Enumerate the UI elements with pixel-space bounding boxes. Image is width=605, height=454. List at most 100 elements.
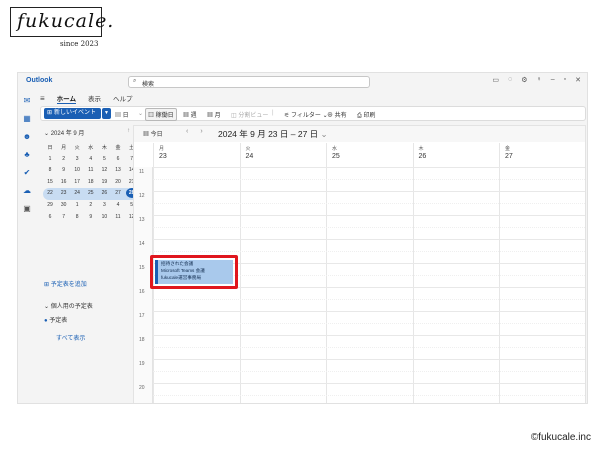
mini-calendar-day[interactable]: 16 xyxy=(58,179,70,185)
mini-calendar-day[interactable]: 17 xyxy=(71,179,83,185)
mini-calendar-day[interactable]: 24 xyxy=(71,190,83,196)
day-column-header[interactable]: 月 23 xyxy=(153,143,240,167)
mini-calendar-day[interactable]: 10 xyxy=(71,167,83,173)
split-view-label: 分割ビュー xyxy=(238,113,269,119)
mini-calendar-day[interactable]: 25 xyxy=(85,190,97,196)
day-column-header[interactable]: 金 27 xyxy=(499,143,585,167)
mini-calendar-day[interactable]: 1 xyxy=(44,156,56,162)
mini-calendar-day[interactable]: 1 xyxy=(71,202,83,208)
mini-calendar-week-row[interactable]: 15 16 17 18 19 20 21 xyxy=(43,177,143,189)
mini-calendar-day[interactable]: 27 xyxy=(112,190,124,196)
mini-calendar-day[interactable]: 11 xyxy=(112,214,124,220)
mini-calendar-week-row[interactable]: 6 7 8 9 10 11 12 xyxy=(43,212,143,224)
gear-icon[interactable]: ⚙ xyxy=(521,76,527,84)
tab-home[interactable]: ホーム xyxy=(56,93,76,104)
date-range-title[interactable]: 2024 年 9 月 23 日 – 27 日 ⌄ xyxy=(218,128,328,140)
share-label: 共有 xyxy=(334,113,347,119)
mini-calendar-day[interactable]: 8 xyxy=(71,214,83,220)
split-view-button[interactable]: ◫ 分割ビュー xyxy=(231,110,268,119)
new-event-button[interactable]: ⊞ 新しいイベント xyxy=(44,108,101,119)
minimize-icon[interactable]: – xyxy=(551,76,555,84)
hamburger-menu-icon[interactable]: ≡ xyxy=(40,94,45,103)
mini-calendar-day[interactable]: 18 xyxy=(85,179,97,185)
groups-icon[interactable]: ♣ xyxy=(22,150,32,160)
mini-calendar-day[interactable]: 19 xyxy=(98,179,110,185)
mini-calendar-day[interactable]: 6 xyxy=(112,156,124,162)
mail-icon[interactable]: ✉ xyxy=(22,96,32,106)
mini-calendar-day[interactable]: 8 xyxy=(44,167,56,173)
restore-icon[interactable]: ▫ xyxy=(564,76,566,84)
mini-calendar-day[interactable]: 6 xyxy=(44,214,56,220)
month-icon: ▦ xyxy=(207,113,215,119)
mini-calendar-week-row[interactable]: 22 23 24 25 26 27 28 xyxy=(43,188,143,200)
tab-view[interactable]: 表示 xyxy=(88,93,101,103)
day-icon: ▤ xyxy=(115,113,123,119)
screen-icon[interactable]: ▭ xyxy=(492,76,499,84)
app-title: Outlook xyxy=(26,77,53,84)
workweek-view-button[interactable]: ▥ 稼働日 xyxy=(145,108,177,121)
day-column-header[interactable]: 木 26 xyxy=(412,143,500,167)
search-box[interactable]: ⌕ 検索 xyxy=(128,76,370,88)
calendar-event[interactable]: 招待された会議 Microsoft Teams 会議 fukucale運営事務局 xyxy=(155,260,233,284)
calendar-name: 予定表 xyxy=(49,318,68,324)
mini-calendar-day[interactable]: 9 xyxy=(85,214,97,220)
onedrive-icon[interactable]: ☁ xyxy=(22,186,32,196)
mini-calendar-day[interactable]: 15 xyxy=(44,179,56,185)
mini-calendar-week-row[interactable]: 1234567 xyxy=(43,154,143,166)
share-button[interactable]: ⊕ 共有 xyxy=(327,110,347,119)
day-view-button[interactable]: ▤ 日 xyxy=(115,110,129,119)
mini-calendar-day[interactable]: 26 xyxy=(98,190,110,196)
show-all-link[interactable]: すべて表示 xyxy=(56,333,85,342)
mini-calendar-day[interactable]: 13 xyxy=(112,167,124,173)
calendar-checkbox-item[interactable]: ● 予定表 xyxy=(44,315,67,324)
filter-button[interactable]: ⚟ フィルター ⌄ xyxy=(284,110,328,119)
month-view-button[interactable]: ▦ 月 xyxy=(207,110,221,119)
mini-calendar-header[interactable]: ⌄ 2024 年 9 月 xyxy=(44,128,84,137)
mini-calendar-day[interactable]: 4 xyxy=(85,156,97,162)
lightbulb-icon[interactable]: ♀ xyxy=(536,76,541,84)
mini-calendar-day[interactable]: 3 xyxy=(98,202,110,208)
calendar-icon[interactable]: ▦ xyxy=(22,114,32,124)
mini-calendar-day[interactable]: 12 xyxy=(98,167,110,173)
todo-icon[interactable]: ✔ xyxy=(22,168,32,178)
bell-icon[interactable]: ◌ xyxy=(508,76,512,84)
mini-calendar-day[interactable]: 4 xyxy=(112,202,124,208)
chevron-down-icon: ⌄ xyxy=(318,129,328,139)
arrow-up-icon[interactable]: ↑ xyxy=(127,128,130,134)
add-calendar-link[interactable]: ⊞ 予定表を追加 xyxy=(44,279,87,288)
mini-calendar-day[interactable]: 29 xyxy=(44,202,56,208)
today-button[interactable]: ▦ 今日 xyxy=(143,129,163,138)
mini-calendar-day[interactable]: 5 xyxy=(98,156,110,162)
mini-calendar-day[interactable]: 11 xyxy=(85,167,97,173)
day-column-header[interactable]: 火 24 xyxy=(239,143,327,167)
mini-calendar-day[interactable]: 30 xyxy=(58,202,70,208)
hour-label: 16 xyxy=(139,289,145,295)
mini-calendar-day[interactable]: 2 xyxy=(85,202,97,208)
mini-calendar-day[interactable]: 23 xyxy=(58,190,70,196)
mini-calendar-day[interactable]: 2 xyxy=(58,156,70,162)
people-icon[interactable]: ☻ xyxy=(22,132,32,142)
tab-help[interactable]: ヘルプ xyxy=(113,93,133,103)
print-button[interactable]: ⎙ 印刷 xyxy=(357,110,375,120)
my-calendars-group[interactable]: ⌄ 個人用の予定表 xyxy=(44,301,93,310)
mini-calendar-week-row[interactable]: 8 9 10 11 12 13 14 xyxy=(43,165,143,177)
week-view-button[interactable]: ▦ 週 xyxy=(183,110,197,119)
week-view-label: 週 xyxy=(190,113,197,119)
hour-line xyxy=(153,191,585,192)
next-arrow-icon[interactable]: › xyxy=(200,128,202,135)
mini-calendar-day[interactable]: 10 xyxy=(98,214,110,220)
mini-calendar-day[interactable]: 7 xyxy=(58,214,70,220)
close-icon[interactable]: ✕ xyxy=(575,76,581,84)
mini-calendar-day[interactable]: 20 xyxy=(112,179,124,185)
half-hour-line xyxy=(153,371,585,372)
calendar-week-view: ▦ 今日 ‹ › 2024 年 9 月 23 日 – 27 日 ⌄ 月 23 火 24… xyxy=(133,125,586,403)
mini-calendar-week-row[interactable]: 29 30 1 2 3 4 5 xyxy=(43,200,143,212)
mini-calendar-day[interactable]: 22 xyxy=(44,190,56,196)
new-event-dropdown[interactable]: ▼ xyxy=(102,108,111,119)
previous-arrow-icon[interactable]: ‹ xyxy=(186,128,188,135)
apps-icon[interactable]: ▣ xyxy=(22,204,32,214)
day-column-header[interactable]: 水 25 xyxy=(326,143,413,167)
mini-calendar-day[interactable]: 3 xyxy=(71,156,83,162)
mini-calendar-day[interactable]: 9 xyxy=(58,167,70,173)
day-view-dropdown[interactable]: ⌄ xyxy=(138,110,143,117)
